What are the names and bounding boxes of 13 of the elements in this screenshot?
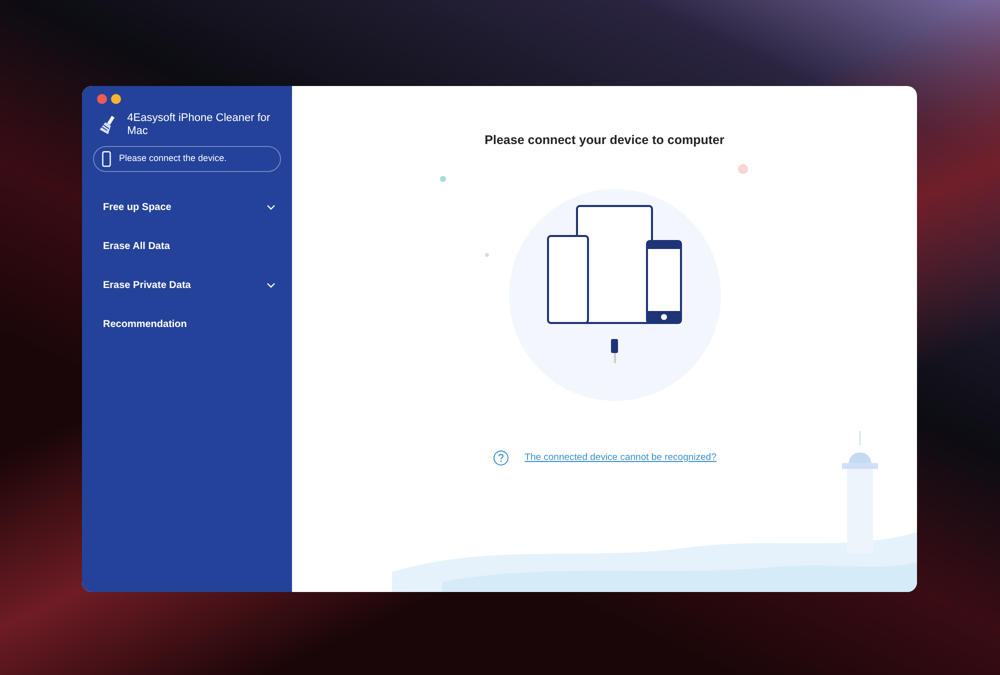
phone-icon — [102, 151, 111, 167]
sidebar-item[interactable]: Free up Space — [93, 188, 281, 227]
minimize-button[interactable] — [111, 94, 121, 104]
app-title: 4Easysoft iPhone Cleaner for Mac — [127, 112, 272, 138]
close-button[interactable] — [97, 94, 107, 104]
connect-heading: Please connect your device to computer — [484, 132, 724, 149]
chevron-down-icon — [267, 283, 275, 288]
sidebar-item[interactable]: Recommendation — [93, 305, 281, 344]
chevron-down-icon — [267, 205, 275, 210]
help-icon — [492, 450, 509, 466]
sidebar-item[interactable]: Erase Private Data — [93, 266, 281, 305]
sidebar-item[interactable]: Erase All Data — [93, 227, 281, 266]
device-status-field: Please connect the device. — [93, 146, 281, 172]
